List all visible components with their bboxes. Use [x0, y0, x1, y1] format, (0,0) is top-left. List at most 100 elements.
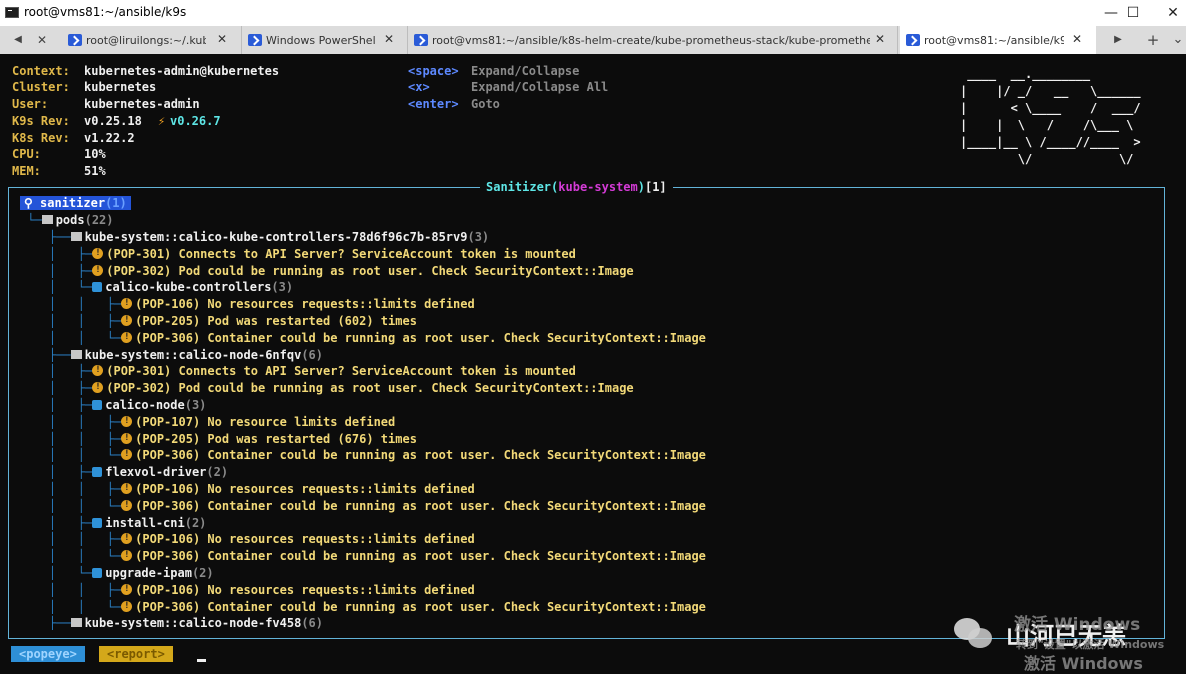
tree-row-count: (6) [301, 616, 324, 631]
tree-container-issue[interactable]: │ │ ├─(POP-205) Pod was restarted (602) … [20, 312, 417, 330]
tab-close-icon[interactable]: ✕ [384, 32, 394, 46]
tree-container-issue[interactable]: │ │ └─(POP-306) Container could be runni… [20, 497, 706, 515]
powershell-icon [906, 34, 920, 46]
warning-icon [121, 329, 133, 346]
tree-pod[interactable]: ├── kube-system::calico-kube-controllers-… [20, 229, 489, 246]
terminal-cursor [197, 659, 206, 662]
close-icon[interactable]: ✕ [32, 26, 52, 54]
tree-container-issue[interactable]: │ │ └─(POP-306) Container could be runni… [20, 329, 706, 347]
tree-row-count: (3) [184, 398, 207, 412]
tree-pod-issue[interactable]: │ ├─(POP-301) Connects to API Server? Se… [20, 362, 576, 380]
warning-icon [121, 581, 133, 598]
tree-container[interactable]: │ ├─ install-cni(2) [20, 515, 207, 532]
tab-label: Windows PowerShell [266, 34, 376, 47]
tree-row-label: calico-node [105, 398, 185, 412]
tree-container-issue[interactable]: │ │ └─(POP-306) Container could be runni… [20, 446, 706, 464]
tree-container-issue[interactable]: │ │ └─(POP-306) Container could be runni… [20, 547, 706, 565]
hint-space: <space> Expand/Collapse [408, 64, 580, 78]
activate-windows-text-2: 激活 Windows [1024, 654, 1143, 673]
warning-icon [121, 480, 133, 497]
tree-row-count: (6) [301, 347, 324, 362]
warning-icon [121, 413, 133, 430]
pod-icon [70, 618, 82, 628]
info-context: Context: kubernetes-admin@kubernetes [12, 64, 280, 78]
info-cluster: Cluster: kubernetes [12, 80, 157, 94]
tree-row-label: (POP-301) Connects to API Server? Servic… [106, 364, 576, 379]
tree-container[interactable]: │ ├─ flexvol-driver(2) [20, 464, 228, 481]
powershell-icon [414, 34, 428, 46]
powershell-icon [248, 34, 262, 46]
tree-container[interactable]: │ └─ upgrade-ipam(2) [20, 565, 214, 582]
tree-pod-issue[interactable]: │ ├─(POP-302) Pod could be running as ro… [20, 379, 634, 397]
tab-scroll-left-icon[interactable]: ◀ [8, 26, 28, 54]
tree-container-issue[interactable]: │ │ ├─(POP-205) Pod was restarted (676) … [20, 430, 417, 448]
tree-row-label: (POP-306) Container could be running as … [135, 448, 706, 463]
tree-row-label: (POP-106) No resources requests::limits … [135, 482, 475, 496]
pod-icon [70, 232, 82, 241]
tab-close-icon[interactable]: ✕ [875, 32, 885, 46]
tree-pod-issue[interactable]: │ ├─(POP-302) Pod could be running as ro… [20, 262, 634, 280]
wechat-logo-icon [950, 614, 995, 650]
tree-container-issue[interactable]: │ │ ├─(POP-106) No resources requests::l… [20, 530, 475, 548]
tree-container-issue[interactable]: │ │ ├─(POP-107) No resource limits defin… [20, 413, 396, 431]
upgrade-bolt-icon: ⚡ [158, 114, 166, 128]
tree-row-label: kube-system::calico-node-fv458 [84, 616, 302, 631]
tab-k9s-active[interactable]: root@vms81:~/ansible/k9s ✕ [900, 26, 1096, 54]
tree-container-issue[interactable]: │ │ ├─(POP-106) No resources requests::l… [20, 480, 475, 498]
tree-node-pods[interactable]: └─ pods(22) [20, 212, 113, 229]
tree-container-issue[interactable]: │ │ ├─(POP-106) No resources requests::l… [20, 295, 475, 313]
tab-close-icon[interactable]: ✕ [217, 32, 227, 46]
tab-label: root@vms81:~/ansible/k8s-helm-create/kub… [432, 34, 870, 47]
tree-container-issue[interactable]: │ │ ├─(POP-106) No resources requests::l… [20, 581, 475, 599]
info-k8s-rev: K8s Rev: v1.22.2 [12, 131, 135, 145]
tree-row-label: (POP-301) Connects to API Server? Servic… [106, 246, 576, 261]
tree-row-label: (POP-106) No resources requests::limits … [135, 582, 475, 597]
tab-dropdown-icon[interactable]: ⌄ [1168, 26, 1186, 54]
activate-windows-text: 激活 Windows [1014, 615, 1141, 635]
info-k9s-latest: v0.26.7 [170, 114, 221, 128]
warning-icon [92, 379, 104, 396]
tree-container[interactable]: │ ├─ calico-node(3) [20, 397, 207, 414]
tab-liruilongs[interactable]: root@liruilongs:~/.kube ✕ [62, 26, 242, 54]
tab-close-icon[interactable]: ✕ [1072, 32, 1082, 46]
terminal-area[interactable]: Context: kubernetes-admin@kubernetes Clus… [0, 54, 1186, 674]
tree-row-label: (POP-107) No resource limits defined [135, 414, 396, 429]
tree-container-issue[interactable]: │ │ └─(POP-306) Container could be runni… [20, 598, 706, 616]
tree-root-sanitizer[interactable]: ⚲ sanitizer(1) [20, 195, 131, 212]
tree-container[interactable]: │ └─ calico-kube-controllers(3) [20, 279, 293, 296]
tree-row-label: (POP-106) No resources requests::limits … [135, 297, 475, 312]
close-window-button[interactable]: ✕ [1150, 0, 1186, 26]
tree-row-label: (POP-306) Container could be running as … [135, 498, 706, 513]
crumb-report[interactable]: <report> [99, 646, 173, 662]
tree-pod[interactable]: ├── kube-system::calico-node-fv458(6) [20, 615, 323, 632]
tab-label: root@liruilongs:~/.kube [86, 34, 206, 47]
warning-icon [121, 312, 133, 329]
new-tab-button[interactable]: + [1143, 26, 1163, 54]
tree-row-count: (3) [271, 280, 294, 295]
window-titlebar: root@vms81:~/ansible/k9s — ☐ ✕ [0, 0, 1186, 26]
tab-windows-powershell[interactable]: Windows PowerShell ✕ [242, 26, 408, 54]
container-icon [92, 400, 103, 410]
tree-pod-issue[interactable]: │ ├─(POP-301) Connects to API Server? Se… [20, 245, 576, 263]
tab-scroll-right-icon[interactable]: ▶ [1108, 26, 1128, 54]
tree-row-label: (POP-205) Pod was restarted (676) times [135, 431, 417, 446]
tree-row-label: kube-system::calico-node-6nfqv [84, 347, 302, 362]
tree-pod[interactable]: ├── kube-system::calico-node-6nfqv(6) [20, 347, 323, 364]
tab-helm-create[interactable]: root@vms81:~/ansible/k8s-helm-create/kub… [408, 26, 898, 54]
warning-icon [121, 446, 133, 463]
panel-title: Sanitizer(kube-system)[1] [480, 179, 673, 195]
tree-row-label: (POP-205) Pod was restarted (602) times [135, 314, 417, 328]
tree-row-label: upgrade-ipam [105, 566, 192, 580]
watermark: 山河已无恙 激活 Windows 转到"设置"以激活 Windows 激活 Wi… [950, 614, 1180, 674]
info-cpu: CPU: 10% [12, 147, 106, 161]
tree-row-label: (POP-306) Container could be running as … [135, 549, 706, 564]
tree-row-label: (POP-302) Pod could be running as root u… [106, 263, 634, 278]
terminal-app-icon [5, 7, 19, 18]
tree-row-label: calico-kube-controllers [105, 280, 272, 295]
crumb-popeye[interactable]: <popeye> [11, 646, 85, 662]
warning-icon [121, 430, 133, 447]
info-mem: MEM: 51% [12, 164, 106, 178]
warning-icon [92, 362, 104, 379]
tree-row-count: (3) [467, 230, 490, 244]
pods-icon [41, 215, 53, 224]
